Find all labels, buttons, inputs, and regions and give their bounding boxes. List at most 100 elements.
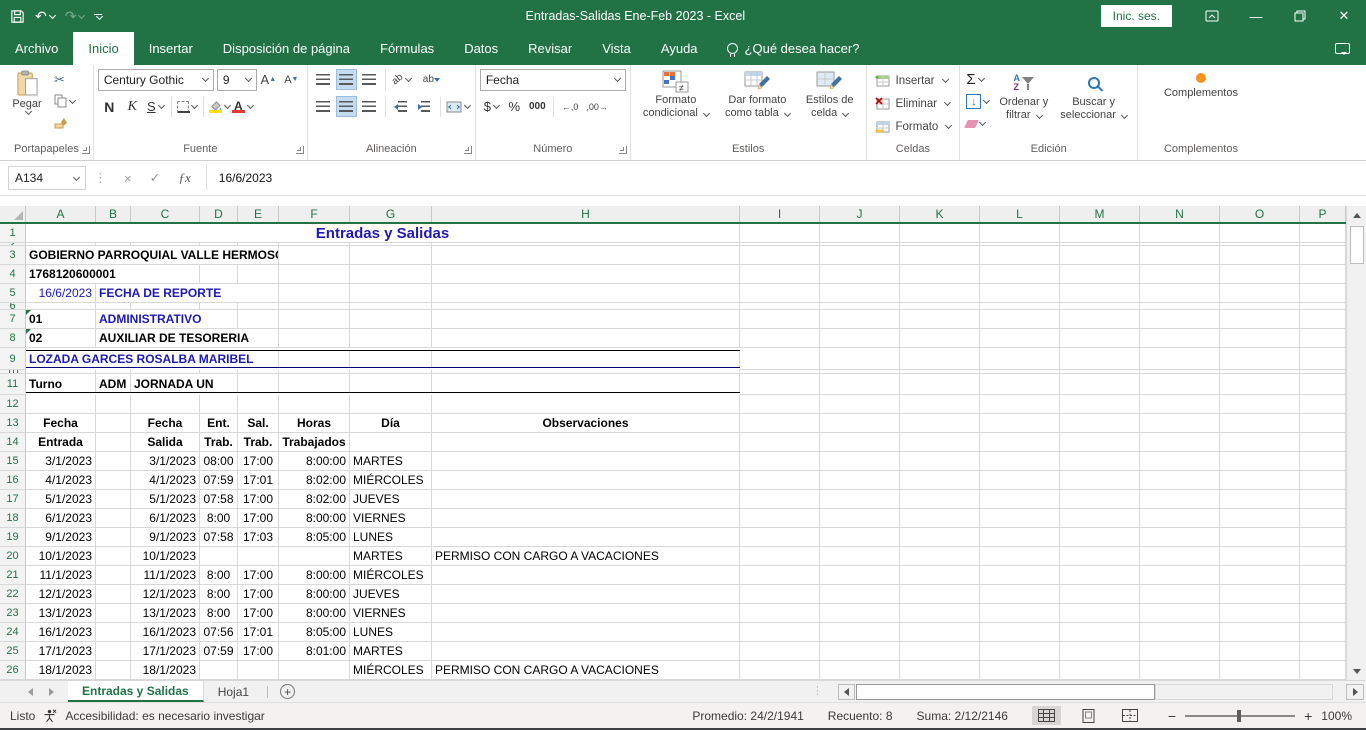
cell[interactable]: 8:05:00 (279, 623, 350, 642)
font-color-button[interactable]: A (232, 96, 253, 117)
cell[interactable]: 4/1/2023 (26, 471, 96, 490)
dialog-launcher-icon[interactable] (82, 146, 90, 154)
cell[interactable] (1060, 433, 1140, 452)
cell[interactable] (740, 642, 820, 661)
row-header-26[interactable]: 26 (0, 661, 26, 680)
cell[interactable] (900, 414, 980, 433)
cell[interactable]: MARTES (350, 452, 432, 471)
cell[interactable] (1300, 414, 1346, 433)
cell[interactable] (980, 585, 1060, 604)
scrollbar-resize-handle[interactable]: ⋮ (812, 684, 823, 697)
cell[interactable] (740, 303, 820, 310)
align-bottom-button[interactable] (359, 69, 380, 90)
cell[interactable] (1300, 585, 1346, 604)
cell[interactable] (980, 452, 1060, 471)
cell[interactable] (96, 414, 131, 433)
cell[interactable] (740, 452, 820, 471)
cell[interactable]: 11/1/2023 (131, 566, 200, 585)
close-button[interactable]: ✕ (1322, 0, 1366, 32)
row-header-12[interactable]: 12 (0, 395, 26, 414)
cell[interactable] (1220, 374, 1300, 395)
cell[interactable] (980, 604, 1060, 623)
shrink-font-button[interactable]: A▼ (281, 69, 302, 90)
cell[interactable]: 18/1/2023 (131, 661, 200, 680)
cell[interactable] (279, 395, 350, 414)
cell[interactable] (1300, 490, 1346, 509)
cell[interactable]: Entrada (26, 433, 96, 452)
cell[interactable] (1300, 310, 1346, 329)
cell[interactable] (900, 433, 980, 452)
cell[interactable] (1300, 661, 1346, 680)
format-cells-button[interactable]: Formato (871, 115, 956, 138)
cell[interactable] (740, 224, 820, 243)
cell[interactable] (1140, 310, 1220, 329)
bold-button[interactable]: N (99, 96, 120, 117)
cell[interactable] (740, 471, 820, 490)
cell[interactable] (820, 303, 900, 310)
align-right-button[interactable] (359, 96, 380, 117)
cell[interactable] (740, 348, 820, 370)
cell[interactable] (740, 414, 820, 433)
cell[interactable]: 4/1/2023 (131, 471, 200, 490)
cell[interactable] (432, 528, 740, 547)
column-header-O[interactable]: O (1220, 206, 1300, 222)
cell[interactable] (980, 566, 1060, 585)
cell[interactable] (238, 395, 279, 414)
cell[interactable] (740, 374, 820, 395)
cell[interactable] (238, 661, 279, 680)
cell[interactable] (740, 661, 820, 680)
cell[interactable]: LUNES (350, 623, 432, 642)
cell[interactable]: MIÉRCOLES (350, 471, 432, 490)
cell[interactable] (900, 604, 980, 623)
cell[interactable] (432, 604, 740, 623)
cell[interactable] (820, 348, 900, 370)
cell[interactable]: GOBIERNO PARROQUIAL VALLE HERMOSO (26, 246, 279, 265)
cell[interactable] (980, 661, 1060, 680)
cell[interactable] (900, 471, 980, 490)
tab-formulas[interactable]: Fórmulas (365, 32, 449, 65)
cell[interactable]: 8:02:00 (279, 471, 350, 490)
cell[interactable] (740, 433, 820, 452)
cell[interactable] (1220, 329, 1300, 348)
column-header-L[interactable]: L (980, 206, 1060, 222)
decrease-indent-button[interactable] (391, 96, 412, 117)
cell[interactable] (820, 528, 900, 547)
cell-styles-button[interactable]: Estilos de celda (798, 67, 862, 120)
cell[interactable] (96, 490, 131, 509)
cell[interactable] (96, 623, 131, 642)
column-header-N[interactable]: N (1140, 206, 1220, 222)
cell[interactable] (96, 566, 131, 585)
cell[interactable] (279, 310, 350, 329)
cell[interactable] (1060, 395, 1140, 414)
column-header-D[interactable]: D (200, 206, 238, 222)
cell[interactable] (1140, 246, 1220, 265)
cell[interactable] (1220, 528, 1300, 547)
cell[interactable] (740, 509, 820, 528)
column-header-G[interactable]: G (350, 206, 432, 222)
cell[interactable] (96, 509, 131, 528)
cell[interactable] (1220, 284, 1300, 303)
zoom-in-icon[interactable]: + (1304, 708, 1312, 724)
cell[interactable] (980, 348, 1060, 370)
cell[interactable]: Trab. (200, 433, 238, 452)
zoom-slider[interactable] (1185, 715, 1295, 717)
cell[interactable] (820, 329, 900, 348)
cell[interactable]: 12/1/2023 (26, 585, 96, 604)
cell[interactable]: 6/1/2023 (131, 509, 200, 528)
cell[interactable] (1060, 452, 1140, 471)
cell[interactable] (980, 374, 1060, 395)
cell[interactable] (350, 303, 432, 310)
cell[interactable] (432, 284, 740, 303)
cell[interactable] (1220, 623, 1300, 642)
cell[interactable]: 17:00 (238, 566, 279, 585)
column-header-J[interactable]: J (820, 206, 900, 222)
enter-icon[interactable]: ✓ (141, 170, 170, 186)
cell[interactable] (96, 547, 131, 566)
dialog-launcher-icon[interactable] (464, 146, 472, 154)
cell[interactable] (432, 509, 740, 528)
cell[interactable]: 8:00 (200, 509, 238, 528)
cell[interactable]: 8:05:00 (279, 528, 350, 547)
customize-qat-icon[interactable] (94, 14, 102, 19)
row-header-1[interactable]: 1 (0, 224, 26, 243)
cell[interactable] (1300, 246, 1346, 265)
